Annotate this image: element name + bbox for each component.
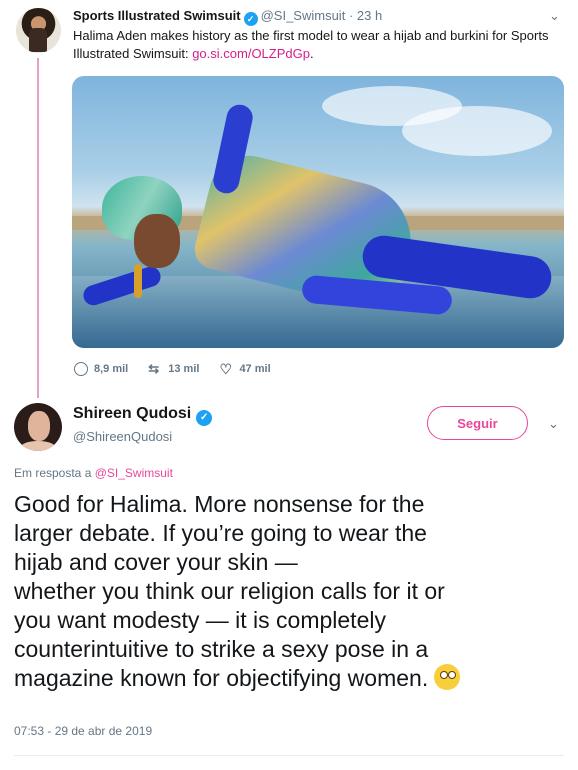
divider	[14, 755, 564, 756]
reply-count: 8,9 mil	[94, 363, 129, 375]
like-action[interactable]: ♡ 47 mil	[219, 362, 270, 376]
avatar[interactable]	[14, 403, 62, 451]
tweet-photo[interactable]	[72, 76, 564, 348]
heart-icon[interactable]: ♡	[219, 362, 233, 376]
replying-to-link[interactable]: @SI_Swimsuit	[95, 466, 173, 480]
retweet-icon[interactable]: ⇆	[148, 362, 162, 376]
reply-icon[interactable]	[74, 362, 88, 376]
verified-badge-icon: ✓	[196, 410, 213, 426]
quoted-tweet[interactable]: Sports Illustrated Swimsuit ✓ @SI_Swimsuit…	[0, 0, 578, 395]
replying-prefix: Em resposta a	[14, 466, 92, 480]
handle[interactable]: @ShireenQudosi	[73, 429, 172, 444]
avatar-shoulder	[20, 441, 56, 451]
chevron-down-icon[interactable]: ⌄	[548, 416, 559, 432]
follow-button[interactable]: Seguir	[427, 406, 528, 440]
avatar-figure	[29, 28, 47, 52]
tweet-text-body: Good for Halima. More nonsense for the l…	[14, 491, 445, 691]
rolling-eyes-emoji-icon	[434, 664, 461, 690]
tweet-text: Good for Halima. More nonsense for the l…	[14, 490, 564, 693]
tweet-text: Halima Aden makes history as the first m…	[73, 27, 553, 63]
replying-to: Em resposta a @SI_Swimsuit	[14, 466, 173, 480]
chevron-down-icon[interactable]: ⌄	[549, 8, 560, 24]
model-earring	[134, 264, 142, 298]
verified-badge-icon: ✓	[243, 12, 258, 26]
retweet-action[interactable]: ⇆ 13 mil	[148, 362, 199, 376]
tweet-text-end: .	[309, 46, 314, 61]
avatar[interactable]	[16, 8, 61, 53]
handle[interactable]: @SI_Swimsuit	[261, 8, 346, 23]
tweet-actions: 8,9 mil ⇆ 13 mil ♡ 47 mil	[74, 362, 271, 376]
reply-action[interactable]: 8,9 mil	[74, 362, 128, 376]
display-name[interactable]: Sports Illustrated Swimsuit	[73, 8, 241, 23]
tweet-header: Sports Illustrated Swimsuit ✓ @SI_Swimsuit…	[73, 8, 382, 26]
model-face	[134, 214, 180, 268]
tweet-timestamp[interactable]: 07:53 - 29 de abr de 2019	[14, 724, 152, 738]
timestamp[interactable]: · 23 h	[349, 8, 382, 23]
display-name[interactable]: Shireen Qudosi ✓	[73, 404, 215, 426]
display-name-text[interactable]: Shireen Qudosi	[73, 405, 191, 422]
tweet-link[interactable]: go.si.com/OLZPdGp	[192, 46, 310, 61]
avatar-face	[28, 411, 50, 441]
like-count: 47 mil	[239, 363, 271, 375]
cloud	[402, 106, 552, 156]
retweet-count: 13 mil	[168, 363, 200, 375]
